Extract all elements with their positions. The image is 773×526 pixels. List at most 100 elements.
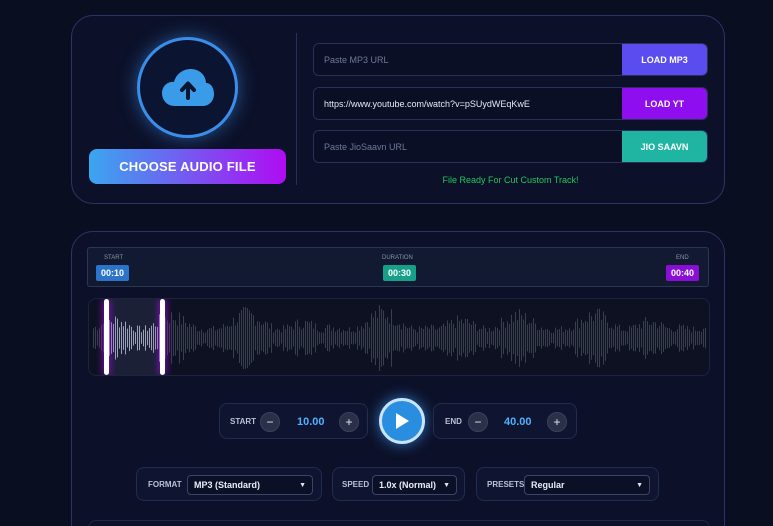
- waveform-bar: [619, 324, 620, 352]
- waveform-bar: [695, 330, 696, 346]
- waveform-bar: [181, 324, 182, 352]
- end-handle[interactable]: [160, 299, 165, 375]
- waveform-bar: [341, 332, 342, 344]
- waveform-bar: [243, 307, 244, 369]
- waveform-bar: [677, 329, 678, 347]
- jiosaavn-url-input[interactable]: [314, 131, 622, 162]
- presets-label: PRESETS: [487, 480, 525, 489]
- choose-audio-file-button[interactable]: CHOOSE AUDIO FILE: [89, 149, 286, 184]
- waveform-bar: [321, 332, 322, 344]
- waveform-bar: [359, 330, 360, 346]
- waveform-bar: [167, 320, 168, 356]
- start-value[interactable]: 10.00: [297, 416, 325, 428]
- waveform-bar: [219, 328, 220, 348]
- waveform-bar: [123, 326, 124, 350]
- waveform-bar: [139, 325, 140, 351]
- waveform-bar: [637, 328, 638, 348]
- waveform-bar: [673, 331, 674, 345]
- waveform-bar: [549, 330, 550, 346]
- waveform-bar: [251, 312, 252, 364]
- format-select[interactable]: MP3 (Standard) ▼: [187, 475, 313, 495]
- waveform-bar: [697, 331, 698, 345]
- waveform-bar: [357, 326, 358, 350]
- waveform-bar: [169, 323, 170, 353]
- waveform-bar: [347, 330, 348, 346]
- waveform-bar: [335, 331, 336, 345]
- waveform-bar: [231, 326, 232, 350]
- waveform-bar: [297, 319, 298, 357]
- waveform-bar: [201, 329, 202, 347]
- end-increment-button[interactable]: +: [547, 412, 567, 432]
- load-mp3-button[interactable]: LOAD MP3: [622, 44, 707, 75]
- waveform-bar: [641, 328, 642, 348]
- end-value[interactable]: 40.00: [504, 416, 532, 428]
- waveform-bar: [401, 329, 402, 347]
- mp3-url-input[interactable]: [314, 44, 622, 75]
- format-label: FORMAT: [148, 480, 182, 489]
- start-control: START − 10.00 +: [219, 403, 368, 439]
- waveform-display[interactable]: [88, 298, 710, 376]
- waveform-bar: [447, 320, 448, 356]
- waveform-bar: [651, 324, 652, 352]
- speed-select[interactable]: 1.0x (Normal) ▼: [372, 475, 457, 495]
- waveform-bar: [155, 326, 156, 350]
- waveform-bar: [683, 324, 684, 352]
- start-handle[interactable]: [104, 299, 109, 375]
- waveform-bar: [417, 332, 418, 344]
- jio-saavn-button[interactable]: JIO SAAVN: [622, 131, 707, 162]
- waveform-bar: [269, 328, 270, 348]
- waveform-bar: [467, 318, 468, 358]
- waveform-bar: [209, 328, 210, 348]
- waveform-bar: [565, 329, 566, 347]
- waveform-bar: [187, 327, 188, 349]
- waveform-bar: [543, 330, 544, 346]
- upload-dropzone[interactable]: [137, 37, 238, 138]
- waveform-bar: [133, 330, 134, 346]
- waveform-bar: [675, 331, 676, 345]
- waveform-bar: [687, 325, 688, 351]
- waveform-bar: [597, 308, 598, 368]
- end-time-label: END: [676, 255, 689, 261]
- waveform-bar: [319, 332, 320, 344]
- waveform-bar: [693, 326, 694, 350]
- waveform-bar: [523, 319, 524, 357]
- waveform-bar: [511, 314, 512, 362]
- waveform-bar: [663, 324, 664, 352]
- waveform-bar: [125, 321, 126, 355]
- waveform-bar: [541, 327, 542, 349]
- jiosaavn-url-row: JIO SAAVN: [313, 130, 708, 163]
- waveform-bar: [705, 327, 706, 349]
- play-button[interactable]: [379, 398, 425, 444]
- youtube-url-input[interactable]: [314, 88, 622, 119]
- waveform-bar: [409, 327, 410, 349]
- waveform-bar: [477, 331, 478, 345]
- waveform-bar: [497, 327, 498, 349]
- start-increment-button[interactable]: +: [339, 412, 359, 432]
- waveform-bar: [665, 327, 666, 349]
- waveform-bar: [573, 329, 574, 347]
- start-decrement-button[interactable]: −: [260, 412, 280, 432]
- waveform-bar: [459, 320, 460, 356]
- waveform-bar: [579, 328, 580, 348]
- end-decrement-button[interactable]: −: [468, 412, 488, 432]
- mp3-url-row: LOAD MP3: [313, 43, 708, 76]
- waveform-bar: [195, 326, 196, 350]
- load-yt-button[interactable]: LOAD YT: [622, 88, 707, 119]
- waveform-bar: [633, 324, 634, 352]
- waveform-bar: [509, 323, 510, 353]
- waveform-bar: [277, 328, 278, 348]
- waveform-bar: [135, 332, 136, 344]
- waveform-bar: [345, 331, 346, 345]
- waveform-bar: [679, 324, 680, 352]
- waveform-bar: [649, 324, 650, 352]
- waveform-bar: [563, 332, 564, 344]
- waveform-bar: [365, 322, 366, 354]
- waveform-bar: [271, 323, 272, 353]
- waveform-bar: [657, 328, 658, 348]
- waveform-bar: [199, 330, 200, 346]
- waveform-bar: [489, 327, 490, 349]
- presets-select[interactable]: Regular ▼: [524, 475, 650, 495]
- waveform-bar: [383, 310, 384, 366]
- waveform-bar: [229, 326, 230, 350]
- waveform-bar: [487, 331, 488, 345]
